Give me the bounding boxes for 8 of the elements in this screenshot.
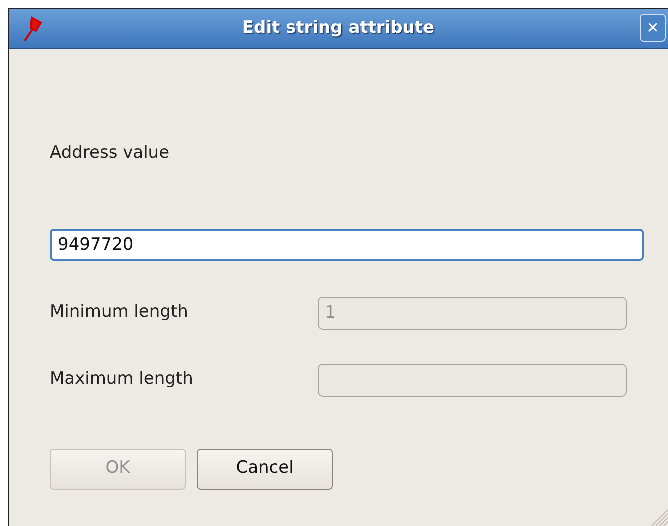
dialog-button[interactable]: Cancel [197, 448, 333, 490]
close-button[interactable]: ✕ [640, 14, 666, 42]
resize-grip-icon[interactable] [650, 508, 668, 526]
window-title: Edit string attribute [242, 16, 435, 40]
field-label: Maximum length [50, 368, 194, 392]
field-label: Minimum length [50, 301, 190, 324]
address-input[interactable]: 9497720 [50, 228, 644, 260]
field-label: Address value [50, 142, 171, 165]
